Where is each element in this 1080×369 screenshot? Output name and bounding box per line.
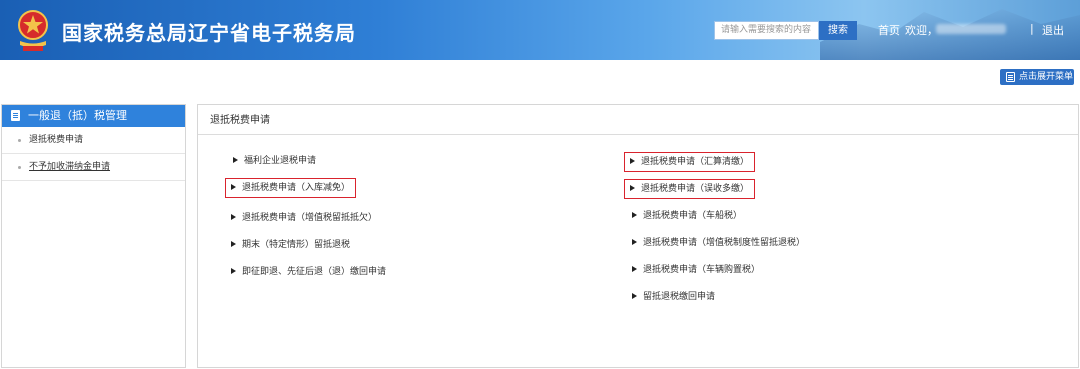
triangle-right-icon: [632, 239, 637, 245]
search-button[interactable]: 搜索: [819, 21, 857, 40]
bullet-icon: [18, 166, 21, 169]
triangle-right-icon: [231, 241, 236, 247]
link-refund-annual-settlement[interactable]: 退抵税费申请（汇算清缴）: [624, 152, 756, 172]
link-refund-vat-offset-arrears[interactable]: 退抵税费申请（增值税留抵抵欠）: [231, 211, 377, 225]
link-refund-vat-institutional-credit[interactable]: 退抵税费申请（增值税制度性留抵退税）: [632, 236, 805, 250]
sidebar: 一般退（抵）税管理 退抵税费申请 不予加收滞纳金申请: [1, 104, 186, 368]
triangle-right-icon: [632, 212, 637, 218]
main-panel: 退抵税费申请 福利企业退税申请 退抵税费申请（入库减免） 退抵税费申请（增值税留…: [197, 104, 1079, 368]
menu-doc-icon: [1006, 72, 1015, 82]
link-refund-overpayment[interactable]: 退抵税费申请（误收多缴）: [624, 179, 756, 199]
triangle-right-icon: [231, 184, 236, 190]
site-header: 国家税务总局辽宁省电子税务局 请输入需要搜索的内容 搜索 首页 欢迎， | 退出: [0, 0, 1080, 60]
sidebar-item-refund-application[interactable]: 退抵税费申请: [2, 127, 185, 154]
sidebar-header-label: 一般退（抵）税管理: [28, 109, 127, 122]
sidebar-item-label: 退抵税费申请: [29, 135, 84, 145]
triangle-right-icon: [233, 157, 238, 163]
expand-menu-label: 点击展开菜单: [1019, 72, 1074, 82]
document-icon: [11, 110, 20, 121]
link-refund-vehicle-vessel-tax[interactable]: 退抵税费申请（车船税）: [632, 209, 742, 223]
nav-separator: |: [1030, 22, 1034, 35]
triangle-right-icon: [630, 185, 635, 191]
link-refund-inbound-reduction[interactable]: 退抵税费申请（入库减免）: [225, 178, 357, 198]
link-credit-refund-return[interactable]: 留抵退税缴回申请: [632, 290, 715, 304]
tax-emblem-icon: [18, 10, 48, 51]
user-name-redacted: [936, 24, 1006, 34]
home-link[interactable]: 首页: [878, 22, 900, 38]
sidebar-item-label: 不予加收滞纳金申请: [29, 162, 111, 172]
triangle-right-icon: [630, 158, 635, 164]
triangle-right-icon: [632, 266, 637, 272]
link-refund-vehicle-purchase-tax[interactable]: 退抵税费申请（车辆购置税）: [632, 263, 760, 277]
link-welfare-enterprise-refund[interactable]: 福利企业退税申请: [233, 154, 316, 168]
link-period-end-credit-refund[interactable]: 期末（特定情形）留抵退税: [231, 238, 350, 252]
bullet-icon: [18, 139, 21, 142]
logout-link[interactable]: 退出: [1042, 22, 1064, 38]
site-title: 国家税务总局辽宁省电子税务局: [62, 21, 356, 45]
triangle-right-icon: [231, 214, 236, 220]
expand-menu-button[interactable]: 点击展开菜单: [1000, 69, 1074, 85]
panel-title: 退抵税费申请: [198, 105, 1078, 135]
triangle-right-icon: [231, 268, 236, 274]
link-immediate-refund-return[interactable]: 即征即退、先征后退（退）缴回申请: [231, 265, 386, 279]
sidebar-item-late-fee-exemption[interactable]: 不予加收滞纳金申请: [2, 154, 185, 181]
sidebar-header[interactable]: 一般退（抵）税管理: [2, 105, 185, 127]
search-input[interactable]: 请输入需要搜索的内容: [714, 21, 819, 40]
welcome-text: 欢迎，: [905, 24, 938, 37]
triangle-right-icon: [632, 293, 637, 299]
